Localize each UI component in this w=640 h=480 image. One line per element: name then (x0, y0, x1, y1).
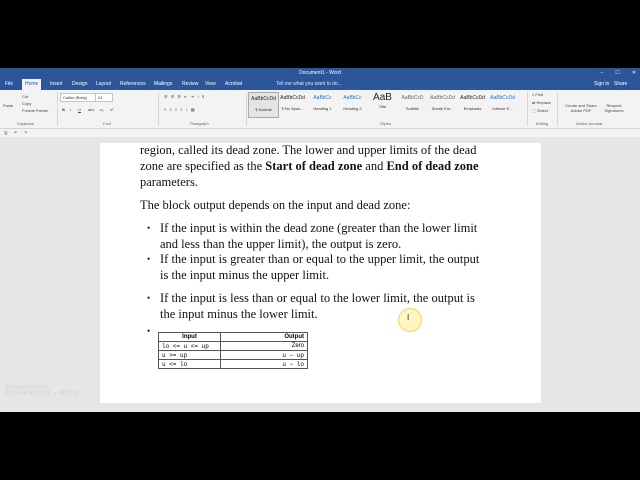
vertical-scrollbar[interactable] (631, 143, 640, 403)
tab-mailings[interactable]: Mailings (151, 79, 175, 90)
bold-button[interactable]: B (62, 107, 65, 112)
styles-group-label: Styles (380, 121, 391, 126)
maximize-icon[interactable]: ☐ (615, 68, 619, 79)
redo-icon[interactable]: ↷ (24, 130, 27, 135)
undo-icon[interactable]: ↶ (14, 130, 17, 135)
cursor-highlight (398, 308, 422, 332)
bullet-1-line-2: and less than the upper limit), the outp… (160, 237, 402, 251)
bullet-marker: • (147, 293, 151, 303)
paste-button[interactable]: Paste (3, 103, 13, 108)
word-window: Document1 - Word − ☐ ✕ File Home Insert … (0, 68, 640, 412)
bullet-2-line-1: If the input is greater than or equal to… (160, 252, 480, 266)
find-button[interactable]: ⌕ Find (532, 92, 543, 97)
paragraph-1-line-3: parameters. (140, 175, 198, 189)
text-cursor-icon: I (407, 313, 410, 322)
table-cell: u <= lo (158, 359, 221, 369)
italic-button[interactable]: I (70, 107, 71, 112)
screencast-watermark: RECORDED WITH SCREENCAST ◐ MATIC (5, 385, 81, 397)
style-title[interactable]: AaB Title (368, 92, 397, 116)
title-bar: Document1 - Word − ☐ ✕ (0, 68, 640, 79)
close-icon[interactable]: ✕ (632, 68, 636, 79)
bullet-3-line-1: If the input is less than or equal to th… (160, 291, 475, 305)
save-icon[interactable]: 🖫 (4, 130, 7, 137)
style-emphasis[interactable]: AaBbCcDd Emphasis (458, 92, 487, 116)
style-normal[interactable]: AaBbCcDd ¶ Normal (248, 92, 279, 118)
tab-references[interactable]: References (117, 79, 149, 90)
table-header-row: Input Output (158, 332, 308, 342)
quick-access-toolbar: 🖫 ↶ ↷ (0, 129, 640, 137)
paragraph-1-line-1: region, called its dead zone. The lower … (140, 143, 477, 157)
editing-group-label: Editing (536, 121, 549, 126)
status-bar (0, 403, 640, 412)
tab-insert[interactable]: Insert (47, 79, 66, 90)
style-heading-2[interactable]: AaBbCc Heading 2 (338, 92, 367, 116)
style-subtle-emphasis[interactable]: AaBbCcDd Subtle Em... (428, 92, 457, 116)
font-size-box[interactable]: 24 (95, 93, 113, 102)
dead-zone-table: Input Output lo <= u <= up Zero u >= up … (158, 332, 308, 369)
replace-button[interactable]: ⇄ Replace (532, 100, 551, 105)
table-header: Input (158, 332, 221, 342)
paragraph-2: The block output depends on the input an… (140, 198, 411, 212)
share-button[interactable]: Share (614, 79, 627, 90)
align-buttons[interactable]: ≡ ≡ ≡ ≡ ↕ ▦ (164, 107, 196, 112)
create-share-pdf-button[interactable]: Create and Share Adobe PDF (561, 103, 601, 113)
tab-view[interactable]: View (202, 79, 219, 90)
tab-home[interactable]: Home (22, 79, 42, 90)
subscript-button[interactable]: x₂ (100, 107, 104, 112)
ribbon: Paste Cut Copy Format Painter Clipboard … (0, 90, 640, 129)
font-name-box[interactable]: Calibri (Body) (60, 93, 97, 102)
request-signatures-button[interactable]: Request Signatures (602, 103, 626, 113)
tab-review[interactable]: Review (179, 79, 201, 90)
tab-acrobat[interactable]: Acrobat (222, 79, 245, 90)
strikethrough-button[interactable]: abc (88, 107, 94, 112)
style-intense-emphasis[interactable]: AaBbCcDd Intense E... (488, 92, 517, 116)
format-painter-button[interactable]: Format Painter (22, 108, 48, 113)
cut-button[interactable]: Cut (22, 94, 28, 99)
underline-button[interactable]: U (78, 107, 81, 112)
tab-layout[interactable]: Layout (93, 79, 114, 90)
sign-in-link[interactable]: Sign in (594, 79, 609, 90)
table-row: u <= lo u − lo (158, 359, 308, 369)
table-cell: u − lo (220, 359, 308, 369)
table-row: lo <= u <= up Zero (158, 341, 308, 351)
minimize-icon[interactable]: − (600, 68, 603, 79)
clipboard-group-label: Clipboard (17, 121, 35, 126)
style-subtitle[interactable]: AaBbCcD Subtitle (398, 92, 427, 116)
select-button[interactable]: ⬚ Select (532, 108, 548, 113)
table-cell: u >= up (158, 350, 221, 360)
bullet-marker: • (147, 223, 151, 233)
tab-design[interactable]: Design (69, 79, 91, 90)
document-page[interactable]: region, called its dead zone. The lower … (100, 143, 541, 412)
font-group-label: Font (103, 121, 112, 126)
style-no-spacing[interactable]: AaBbCcDd ¶ No Spac... (278, 92, 307, 116)
window-title: Document1 - Word (299, 70, 341, 76)
bullet-3-line-2: the input minus the lower limit. (160, 307, 318, 321)
paragraph-group-label: Paragraph (190, 121, 209, 126)
bullet-2-line-2: is the input minus the upper limit. (160, 268, 330, 282)
copy-button[interactable]: Copy (22, 101, 31, 106)
table-header: Output (220, 332, 308, 342)
table-cell: Zero (220, 341, 308, 351)
table-cell: u − up (220, 350, 308, 360)
ribbon-tabs: File Home Insert Design Layout Reference… (0, 79, 640, 90)
tell-me-input[interactable]: Tell me what you want to do... (276, 79, 342, 90)
bullet-marker: • (147, 254, 151, 264)
empty-bullet-marker: • (147, 326, 151, 336)
table-cell: lo <= u <= up (158, 341, 221, 351)
superscript-button[interactable]: x² (110, 107, 113, 112)
list-buttons[interactable]: ☰ ☰ ☰ ⇤ ⇥ ↕ ¶ (164, 94, 205, 99)
paragraph-1-line-2: zone are specified as the Start of dead … (140, 159, 479, 173)
table-row: u >= up u − up (158, 350, 308, 360)
tab-file[interactable]: File (2, 79, 16, 90)
style-heading-1[interactable]: AaBbCc Heading 1 (308, 92, 337, 116)
acrobat-group-label: Adobe Acrobat (576, 121, 603, 126)
bullet-1-line-1: If the input is within the dead zone (gr… (160, 221, 478, 235)
